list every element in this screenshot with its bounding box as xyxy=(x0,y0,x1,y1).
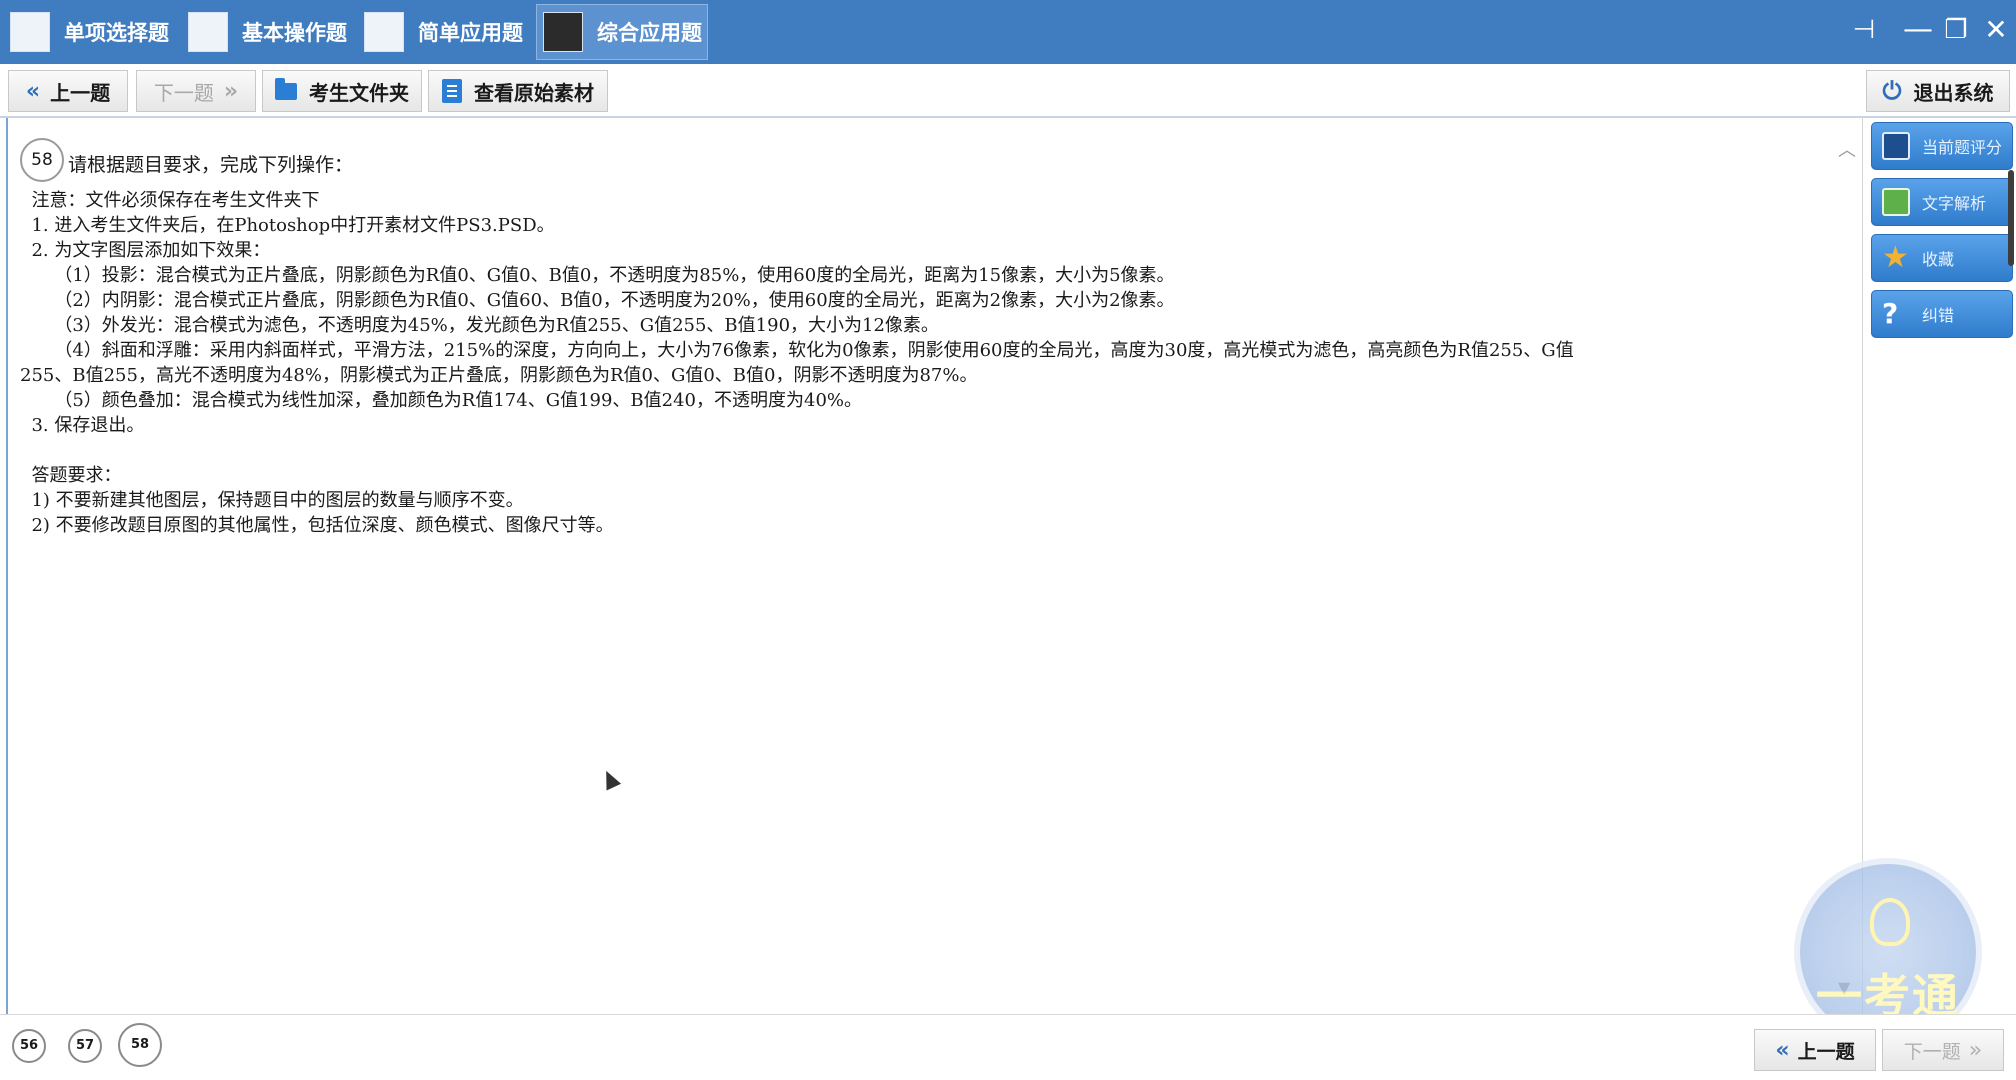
view-material-button[interactable]: 查看原始素材 xyxy=(428,70,608,112)
tab-label: 简单应用题 xyxy=(418,21,523,45)
question-line: （5）颜色叠加：混合模式为线性加深，叠加颜色为R值174、G值199、B值240… xyxy=(20,390,863,411)
minimize-icon[interactable]: — xyxy=(1900,10,1936,50)
question-line: 2. 为文字图层添加如下效果： xyxy=(20,240,271,261)
question-line: 2) 不要修改题目原图的其他属性，包括位深度、颜色模式、图像尺寸等。 xyxy=(20,515,614,536)
question-line: （4）斜面和浮雕：采用内斜面样式，平滑方法，215%的深度，方向向上，大小为76… xyxy=(20,340,1574,361)
prev-question-button[interactable]: « 上一题 xyxy=(8,70,128,112)
side-scrollbar[interactable] xyxy=(2008,170,2014,266)
side-button-label: 纠错 xyxy=(1922,306,1955,325)
note-icon xyxy=(1882,188,1910,216)
question-line: （1）投影：混合模式为正片叠底，阴影颜色为R值0、G值0、B值0，不透明度为85… xyxy=(20,265,1175,286)
tab-comprehensive-application[interactable]: 综合应用题 xyxy=(536,4,708,60)
chevron-double-right-icon: » xyxy=(1968,1037,1983,1063)
bottom-prev-label: 上一题 xyxy=(1797,1040,1855,1063)
question-panel: 58 请根据题目要求，完成下列操作： 注意：文件必须保存在考生文件夹下 1. 进… xyxy=(6,118,1860,1014)
grid-icon xyxy=(188,12,228,52)
title-bar: 单项选择题 基本操作题 简单应用题 综合应用题 ⊣ — ❐ ✕ xyxy=(0,0,2016,64)
question-line: 1. 进入考生文件夹后，在Photoshop中打开素材文件PS3.PSD。 xyxy=(20,215,555,236)
save-icon xyxy=(1882,132,1910,160)
question-line xyxy=(20,438,1820,463)
report-error-button[interactable]: ? 纠错 xyxy=(1871,290,2013,338)
chevron-double-left-icon: « xyxy=(1775,1037,1790,1063)
tab-label: 基本操作题 xyxy=(242,21,347,45)
tab-label: 单项选择题 xyxy=(64,21,169,45)
text-analysis-button[interactable]: 文字解析 xyxy=(1871,178,2013,226)
chevron-double-right-icon: » xyxy=(223,78,239,104)
restore-icon[interactable]: ❐ xyxy=(1938,10,1974,50)
bottom-next-label: 下一题 xyxy=(1903,1040,1961,1063)
folder-icon xyxy=(275,77,297,100)
tab-basic-operation[interactable]: 基本操作题 xyxy=(188,4,358,60)
exit-label: 退出系统 xyxy=(1913,80,1994,105)
question-line: 3. 保存退出。 xyxy=(20,415,145,436)
star-icon: ★ xyxy=(1882,240,1909,275)
folder-label: 考生文件夹 xyxy=(309,80,409,105)
favorite-button[interactable]: ★ 收藏 xyxy=(1871,234,2013,282)
bottom-next-button[interactable]: 下一题 » xyxy=(1882,1029,2004,1071)
pin-icon[interactable]: ⊣ xyxy=(1846,10,1882,50)
power-icon: ⏻ xyxy=(1882,77,1902,105)
bottom-bar: 56 57 58 « 上一题 下一题 » xyxy=(0,1014,2016,1080)
question-line: 注意：文件必须保存在考生文件夹下 xyxy=(20,190,320,211)
help-icon: ? xyxy=(1882,297,1899,330)
tab-label: 综合应用题 xyxy=(597,21,702,45)
tab-single-choice[interactable]: 单项选择题 xyxy=(10,4,180,60)
material-label: 查看原始素材 xyxy=(474,80,594,105)
chart-icon xyxy=(364,12,404,52)
bottom-prev-button[interactable]: « 上一题 xyxy=(1754,1029,1876,1071)
next-question-button[interactable]: 下一题 » xyxy=(136,70,256,112)
score-current-button[interactable]: 当前题评分 xyxy=(1871,122,2013,170)
question-heading: 请根据题目要求，完成下列操作： xyxy=(68,154,354,176)
chevron-double-left-icon: « xyxy=(25,78,41,104)
next-label: 下一题 xyxy=(153,80,214,105)
side-button-label: 收藏 xyxy=(1922,250,1955,269)
question-nav-57[interactable]: 57 xyxy=(68,1029,102,1063)
question-number-badge: 58 xyxy=(20,138,64,182)
question-line: 255、B值255，高光不透明度为48%，阴影模式为正片叠底，阴影颜色为R值0、… xyxy=(20,365,978,386)
question-line: （2）内阴影：混合模式正片叠底，阴影颜色为R值0、G值60、B值0，不透明度为2… xyxy=(20,290,1175,311)
side-button-label: 文字解析 xyxy=(1922,194,1987,213)
waveform-icon xyxy=(543,12,583,52)
document-icon xyxy=(442,79,462,103)
lightbulb-icon xyxy=(1870,898,1910,946)
list-icon xyxy=(10,12,50,52)
toolbar: « 上一题 下一题 » 考生文件夹 查看原始素材 ⏻ 退出系统 xyxy=(0,64,2016,118)
tab-simple-application[interactable]: 简单应用题 xyxy=(364,4,534,60)
prev-label: 上一题 xyxy=(50,80,111,105)
scroll-up-icon[interactable]: ︿ xyxy=(1838,136,1856,162)
close-icon[interactable]: ✕ xyxy=(1978,10,2014,50)
exit-system-button[interactable]: ⏻ 退出系统 xyxy=(1866,70,2010,112)
side-button-label: 当前题评分 xyxy=(1922,138,2003,157)
question-line: （3）外发光：混合模式为滤色，不透明度为45%，发光颜色为R值255、G值255… xyxy=(20,315,939,336)
question-nav-58[interactable]: 58 xyxy=(118,1023,162,1067)
question-nav-56[interactable]: 56 xyxy=(12,1029,46,1063)
question-body: 注意：文件必须保存在考生文件夹下 1. 进入考生文件夹后，在Photoshop中… xyxy=(20,188,1820,538)
candidate-folder-button[interactable]: 考生文件夹 xyxy=(262,70,422,112)
question-line: 1) 不要新建其他图层，保持题目中的图层的数量与顺序不变。 xyxy=(20,490,524,511)
question-line: 答题要求： xyxy=(20,465,122,486)
